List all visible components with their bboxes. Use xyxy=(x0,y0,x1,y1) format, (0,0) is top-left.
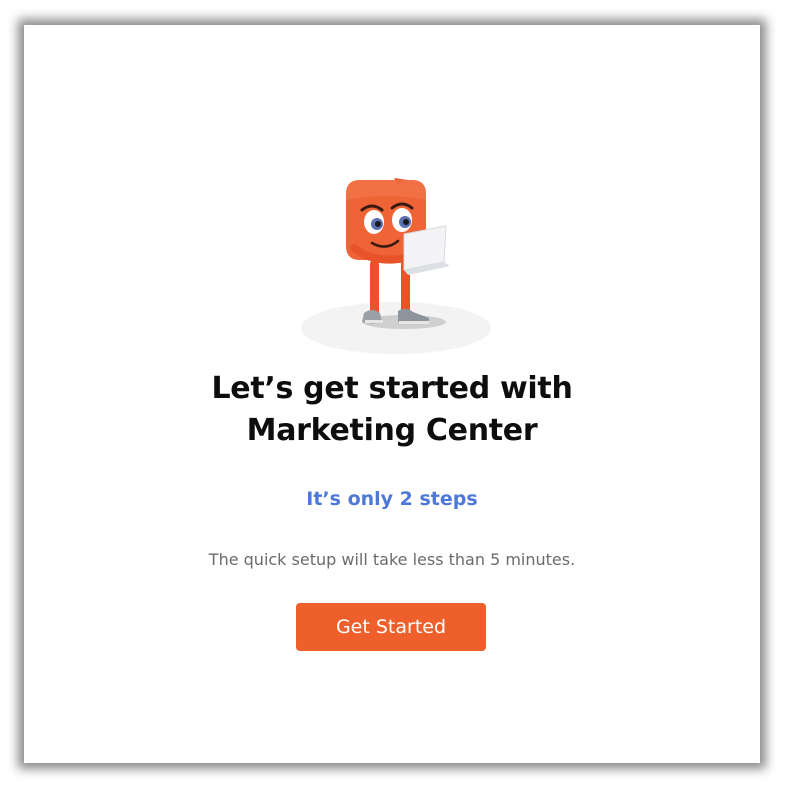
page-title-line-2: Marketing Center xyxy=(246,413,538,448)
page-title-line-1: Let’s get started with xyxy=(211,371,573,406)
mascot-illustration xyxy=(301,178,491,354)
get-started-button[interactable]: Get Started xyxy=(296,603,486,651)
onboarding-dialog: Let’s get started with Marketing Center … xyxy=(24,25,760,763)
setup-description: The quick setup will take less than 5 mi… xyxy=(208,550,576,569)
steps-subtitle: It’s only 2 steps xyxy=(306,488,478,510)
page-title: Let’s get started with Marketing Center xyxy=(24,368,760,452)
page: Let’s get started with Marketing Center … xyxy=(0,0,790,794)
